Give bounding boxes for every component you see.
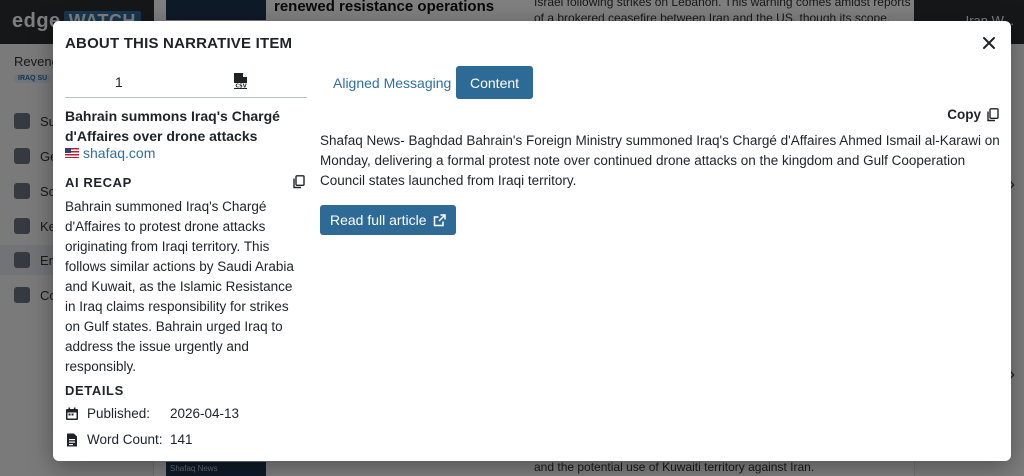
details-heading: DETAILS [65, 383, 124, 398]
narrative-item-modal: ABOUT THIS NARRATIVE ITEM 1 CSV Bahrain … [53, 21, 1011, 461]
read-full-article-button[interactable]: Read full article [320, 205, 456, 235]
tab-content[interactable]: Content [456, 66, 534, 99]
copy-recap-button[interactable] [292, 175, 306, 189]
left-tab-bar: 1 CSV [65, 65, 307, 98]
tab-aligned-messaging[interactable]: Aligned Messaging [319, 66, 465, 99]
copy-content-button[interactable]: Copy [947, 107, 999, 122]
source-label: shafaq.com [83, 145, 156, 161]
word-count-value: 141 [170, 432, 193, 447]
export-csv-button[interactable]: CSV [232, 72, 250, 90]
file-csv-icon: CSV [233, 73, 249, 90]
flag-icon [65, 148, 79, 158]
item-count-tab[interactable]: 1 [115, 74, 123, 90]
published-value: 2026-04-13 [170, 406, 240, 421]
word-count-row: Word Count: [65, 432, 163, 447]
published-row: Published: [65, 406, 150, 421]
copy-icon [987, 107, 999, 121]
read-full-label: Read full article [330, 212, 427, 228]
external-link-icon [433, 213, 446, 226]
close-icon [983, 37, 995, 49]
source-link[interactable]: shafaq.com [65, 145, 155, 161]
copy-label: Copy [947, 107, 981, 122]
calendar-icon [66, 407, 78, 420]
article-content-text: Shafaq News- Baghdad Bahrain's Foreign M… [320, 133, 1000, 188]
article-title: Bahrain summons Iraq's Chargé d'Affaires… [65, 108, 280, 144]
svg-text:CSV: CSV [235, 84, 246, 90]
modal-title: ABOUT THIS NARRATIVE ITEM [65, 35, 293, 52]
word-count-label: Word Count: [87, 432, 163, 447]
ai-recap-heading: AI RECAP [65, 175, 132, 190]
ai-recap-text: Bahrain summoned Iraq's Chargé d'Affaire… [65, 199, 294, 374]
document-icon [67, 433, 77, 446]
published-label: Published: [87, 406, 151, 421]
copy-icon [293, 175, 305, 189]
close-button[interactable] [979, 33, 999, 53]
item-details-panel: 1 CSV Bahrain summons Iraq's Chargé d'Af… [65, 65, 307, 455]
